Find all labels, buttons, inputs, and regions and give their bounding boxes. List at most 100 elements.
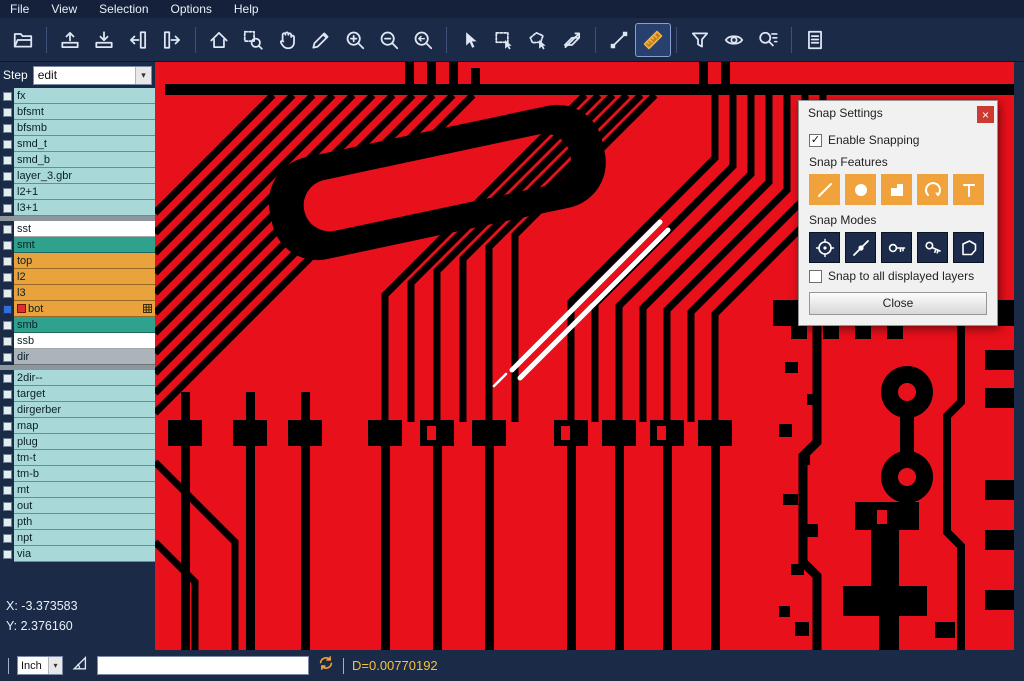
layer-visibility-checkbox[interactable]	[3, 374, 12, 383]
menu-help[interactable]: Help	[234, 2, 259, 16]
layer-visibility-checkbox[interactable]	[3, 422, 12, 431]
layer-name-cell[interactable]: pth	[14, 514, 155, 530]
layer-name-cell[interactable]: mt	[14, 482, 155, 498]
snap-mode-outline-button[interactable]	[953, 232, 984, 263]
layer-row-mt[interactable]: mt	[0, 482, 155, 498]
layer-name-cell[interactable]: l2+1	[14, 184, 155, 200]
snap-mode-key-button[interactable]	[881, 232, 912, 263]
menu-view[interactable]: View	[51, 2, 77, 16]
layer-visibility-checkbox[interactable]	[3, 156, 12, 165]
layer-row-smt[interactable]: smt	[0, 237, 155, 253]
layer-visibility-checkbox[interactable]	[3, 241, 12, 250]
layer-name-cell[interactable]: l3	[14, 285, 155, 301]
chevron-down-icon[interactable]: ▾	[48, 657, 62, 674]
home-view-button[interactable]	[202, 24, 236, 56]
enable-snapping-checkbox[interactable]: ✓	[809, 134, 822, 147]
layer-visibility-checkbox[interactable]	[3, 289, 12, 298]
layer-name-cell[interactable]: map	[14, 418, 155, 434]
transform-button[interactable]	[555, 24, 589, 56]
rect-select-button[interactable]	[487, 24, 521, 56]
report-button[interactable]	[798, 24, 832, 56]
layer-visibility-checkbox[interactable]	[3, 305, 12, 314]
layer-row-l3[interactable]: l3	[0, 285, 155, 301]
layer-name-cell[interactable]: top	[14, 253, 155, 269]
menu-options[interactable]: Options	[171, 2, 212, 16]
layer-visibility-checkbox[interactable]	[3, 92, 12, 101]
zoom-region-button[interactable]	[236, 24, 270, 56]
layer-visibility-checkbox[interactable]	[3, 486, 12, 495]
enable-snapping-row[interactable]: ✓ Enable Snapping	[809, 133, 987, 147]
layer-name-cell[interactable]: via	[14, 546, 155, 562]
layer-visibility-checkbox[interactable]	[3, 140, 12, 149]
layer-name-cell[interactable]: ssb	[14, 333, 155, 349]
snap-mode-point-on-line-button[interactable]	[845, 232, 876, 263]
zoom-previous-button[interactable]	[406, 24, 440, 56]
all-layers-checkbox[interactable]	[809, 270, 822, 283]
snap-mode-key-tilted-button[interactable]	[917, 232, 948, 263]
layer-row-bot[interactable]: bot	[0, 301, 155, 317]
layer-name-cell[interactable]: dirgerber	[14, 402, 155, 418]
import-right-button[interactable]	[155, 24, 189, 56]
layer-visibility-checkbox[interactable]	[3, 550, 12, 559]
layer-visibility-checkbox[interactable]	[3, 188, 12, 197]
layer-row-smd_t[interactable]: smd_t	[0, 136, 155, 152]
layer-visibility-checkbox[interactable]	[3, 454, 12, 463]
layer-row-2dir--[interactable]: 2dir--	[0, 370, 155, 386]
layer-name-cell[interactable]: tm-b	[14, 466, 155, 482]
import-bottom-button[interactable]	[87, 24, 121, 56]
layer-visibility-checkbox[interactable]	[3, 321, 12, 330]
unit-select[interactable]: Inch ▾	[17, 656, 63, 675]
layer-row-pth[interactable]: pth	[0, 514, 155, 530]
import-left-button[interactable]	[121, 24, 155, 56]
layer-row-via[interactable]: via	[0, 546, 155, 562]
layer-visibility-checkbox[interactable]	[3, 204, 12, 213]
layer-row-tm-t[interactable]: tm-t	[0, 450, 155, 466]
snap-feature-text-button[interactable]	[953, 174, 984, 205]
layer-name-cell[interactable]: layer_3.gbr	[14, 168, 155, 184]
zoom-in-button[interactable]	[338, 24, 372, 56]
layer-visibility-checkbox[interactable]	[3, 390, 12, 399]
layer-visibility-checkbox[interactable]	[3, 172, 12, 181]
layer-visibility-checkbox[interactable]	[3, 406, 12, 415]
step-select[interactable]: edit ▾	[33, 66, 152, 85]
layer-name-cell[interactable]: fx	[14, 88, 155, 104]
layer-name-cell[interactable]: bfsmb	[14, 120, 155, 136]
zoom-out-button[interactable]	[372, 24, 406, 56]
layer-name-cell[interactable]: target	[14, 386, 155, 402]
right-scroll-strip[interactable]	[1014, 62, 1024, 650]
layer-name-cell[interactable]: sst	[14, 221, 155, 237]
layer-row-map[interactable]: map	[0, 418, 155, 434]
layer-name-cell[interactable]: dir	[14, 349, 155, 365]
layer-visibility-checkbox[interactable]	[3, 353, 12, 362]
layer-row-bfsmt[interactable]: bfsmt	[0, 104, 155, 120]
layer-row-out[interactable]: out	[0, 498, 155, 514]
snap-feature-pad-button[interactable]	[845, 174, 876, 205]
snap-feature-arc-button[interactable]	[917, 174, 948, 205]
view-options-button[interactable]	[717, 24, 751, 56]
layer-visibility-checkbox[interactable]	[3, 534, 12, 543]
layer-name-cell[interactable]: l2	[14, 269, 155, 285]
layer-name-cell[interactable]: l3+1	[14, 200, 155, 216]
layer-name-cell[interactable]: smd_t	[14, 136, 155, 152]
layer-row-bfsmb[interactable]: bfsmb	[0, 120, 155, 136]
layer-name-cell[interactable]: smd_b	[14, 152, 155, 168]
layer-name-cell[interactable]: smt	[14, 237, 155, 253]
layer-visibility-checkbox[interactable]	[3, 518, 12, 527]
chevron-down-icon[interactable]: ▾	[135, 67, 151, 84]
layer-visibility-checkbox[interactable]	[3, 337, 12, 346]
layer-visibility-checkbox[interactable]	[3, 470, 12, 479]
layer-row-npt[interactable]: npt	[0, 530, 155, 546]
layer-row-smd_b[interactable]: smd_b	[0, 152, 155, 168]
layer-row-plug[interactable]: plug	[0, 434, 155, 450]
dialog-title-bar[interactable]: Snap Settings ×	[799, 101, 997, 125]
filter-button[interactable]	[683, 24, 717, 56]
layer-row-ssb[interactable]: ssb	[0, 333, 155, 349]
layer-name-cell[interactable]: out	[14, 498, 155, 514]
measure-button[interactable]	[636, 24, 670, 56]
layer-row-l2+1[interactable]: l2+1	[0, 184, 155, 200]
layer-visibility-checkbox[interactable]	[3, 438, 12, 447]
layer-visibility-checkbox[interactable]	[3, 124, 12, 133]
close-icon[interactable]: ×	[977, 106, 994, 123]
import-top-button[interactable]	[53, 24, 87, 56]
layer-name-cell[interactable]: bfsmt	[14, 104, 155, 120]
